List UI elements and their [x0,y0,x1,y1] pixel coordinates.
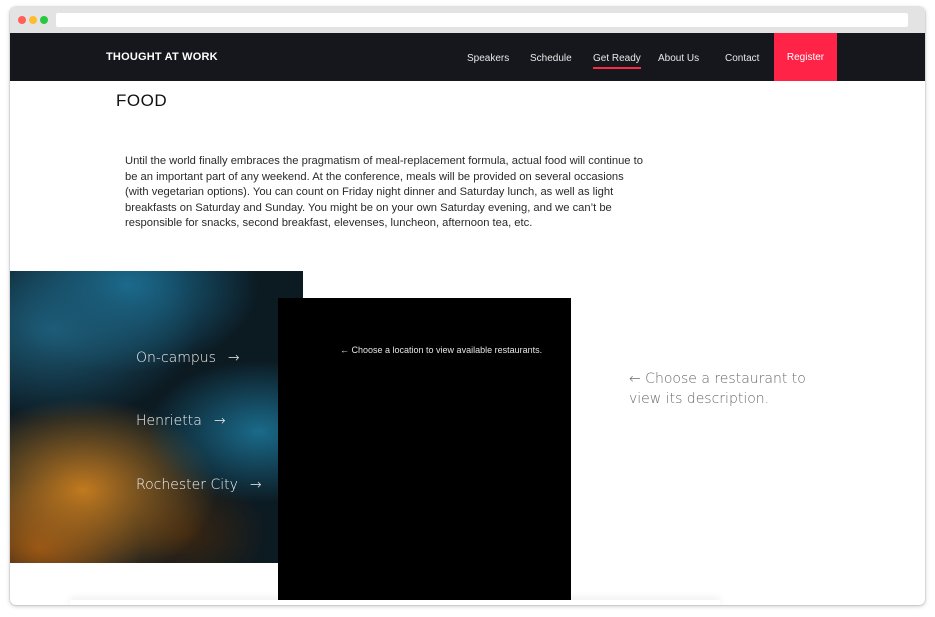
nav-link-contact[interactable]: Contact [725,53,759,64]
location-label: Henrietta [136,413,202,429]
nav-link-about-us[interactable]: About Us [658,53,699,64]
arrow-right-icon: → [213,413,226,429]
nav-link-speakers[interactable]: Speakers [467,53,509,64]
arrow-right-icon: → [227,350,240,366]
nav-link-get-ready[interactable]: Get Ready [593,53,641,69]
arrow-right-icon: → [249,477,262,493]
section-divider [70,600,720,605]
site-logo[interactable]: THOUGHT AT WORK [106,51,218,63]
address-bar[interactable] [56,13,908,27]
nav-link-schedule[interactable]: Schedule [530,53,572,64]
restaurant-list-panel: ← Choose a location to view available re… [278,298,571,600]
browser-window: THOUGHT AT WORK Speakers Schedule Get Re… [10,7,925,605]
food-photo-background: On-campus → Henrietta → Rochester City → [10,271,303,563]
restaurant-list-hint: ← Choose a location to view available re… [340,345,543,355]
minimize-window-icon[interactable] [29,16,37,24]
site-header: THOUGHT AT WORK Speakers Schedule Get Re… [10,33,925,81]
maximize-window-icon[interactable] [40,16,48,24]
page-title: FOOD [116,91,168,110]
location-on-campus[interactable]: On-campus → [136,350,240,366]
location-henrietta[interactable]: Henrietta → [136,413,226,429]
restaurant-description-hint: ← Choose a restaurant to view its descri… [629,371,806,407]
location-label: Rochester City [136,477,238,493]
location-rochester-city[interactable]: Rochester City → [136,477,262,493]
location-label: On-campus [136,350,216,366]
close-window-icon[interactable] [18,16,26,24]
browser-toolbar [10,7,925,34]
register-button[interactable]: Register [774,33,837,81]
intro-paragraph: Until the world finally embraces the pra… [125,155,643,229]
